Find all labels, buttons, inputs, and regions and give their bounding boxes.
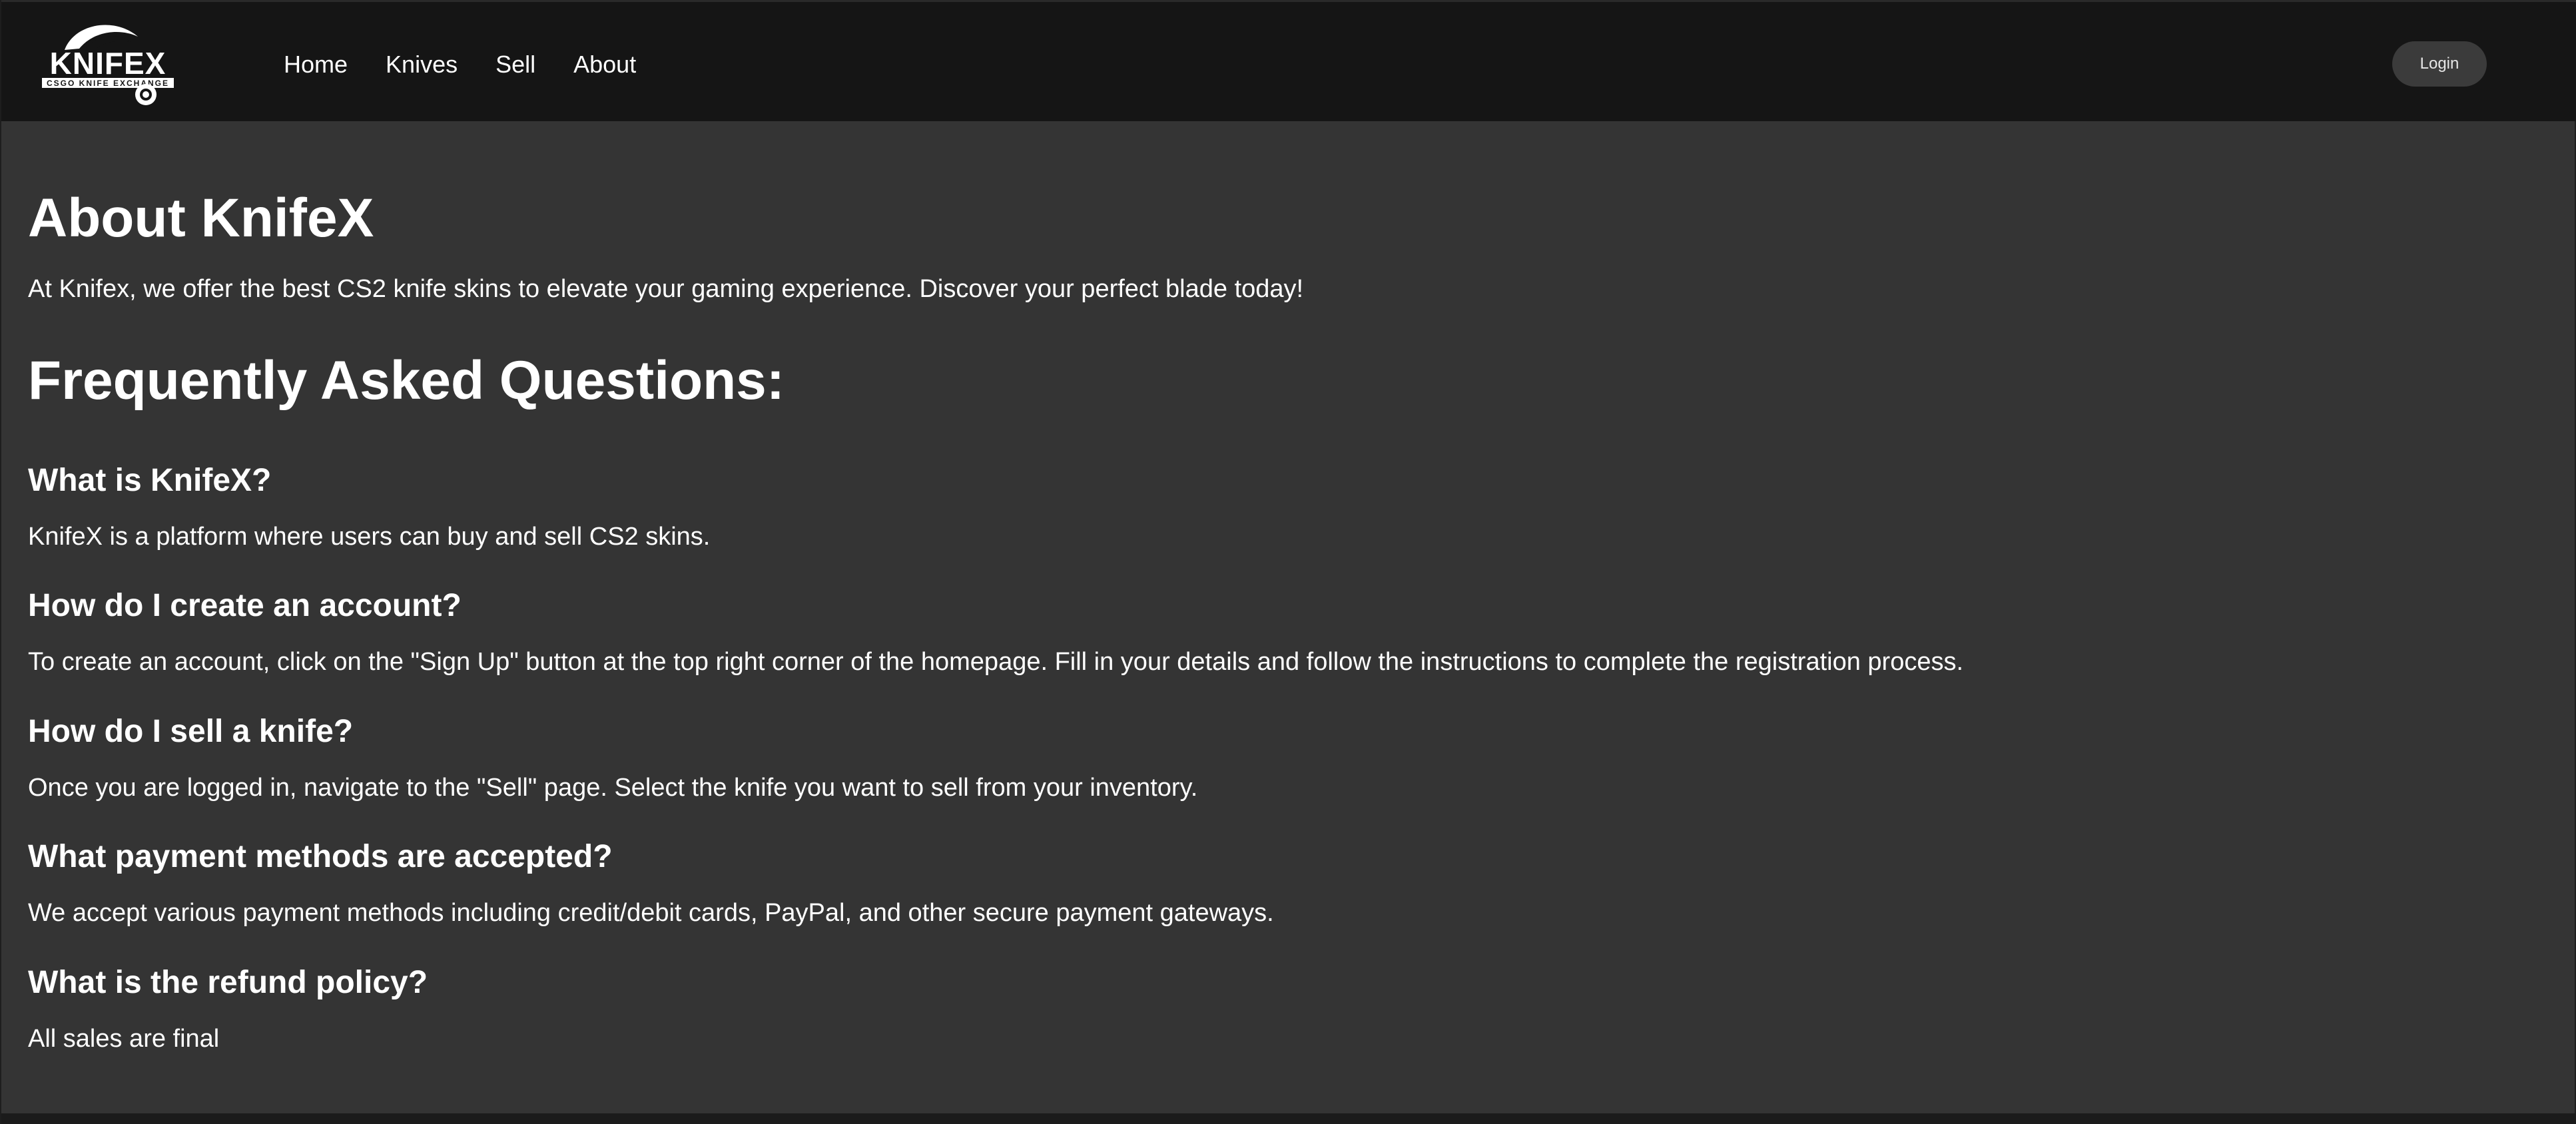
faq-question: What payment methods are accepted? [28, 839, 613, 874]
faq-answer: We accept various payment methods includ… [28, 899, 1274, 927]
faq-question: What is the refund policy? [28, 965, 428, 1000]
faq-item: What is the refund policy? All sales are… [28, 963, 428, 1056]
bottom-divider [1, 1113, 2576, 1124]
faq-question: What is KnifeX? [28, 463, 272, 498]
nav-home[interactable]: Home [284, 49, 348, 81]
faq-answer: All sales are final [28, 1025, 220, 1053]
page-title: About KnifeX [28, 188, 374, 248]
faq-question: How do I create an account? [28, 588, 462, 623]
nav-about[interactable]: About [573, 49, 636, 81]
faq-title: Frequently Asked Questions: [28, 350, 785, 411]
knifex-logo[interactable]: KNIFEX CSGO KNIFE EXCHANGE [38, 17, 178, 107]
knifex-logo-graphic: KNIFEX CSGO KNIFE EXCHANGE [42, 25, 174, 105]
intro-text: At Knifex, we offer the best CS2 knife s… [28, 275, 1304, 303]
nav-sell[interactable]: Sell [495, 49, 535, 81]
faq-question: How do I sell a knife? [28, 714, 354, 749]
site-header: KNIFEX CSGO KNIFE EXCHANGE Home Knives S… [1, 0, 2576, 121]
faq-item: What is KnifeX? KnifeX is a platform whe… [28, 461, 710, 554]
faq-item: How do I sell a knife? Once you are logg… [28, 712, 1197, 805]
main-nav: Home Knives Sell About [284, 49, 674, 81]
login-button[interactable]: Login [2392, 41, 2487, 87]
faq-answer: To create an account, click on the "Sign… [28, 648, 1964, 676]
faq-item: How do I create an account? To create an… [28, 586, 1963, 679]
faq-answer: Once you are logged in, navigate to the … [28, 774, 1198, 802]
nav-knives[interactable]: Knives [386, 49, 458, 81]
logo-main-text: KNIFEX [50, 46, 166, 81]
faq-answer: KnifeX is a platform where users can buy… [28, 523, 711, 551]
page: KNIFEX CSGO KNIFE EXCHANGE Home Knives S… [0, 0, 2576, 1124]
faq-item: What payment methods are accepted? We ac… [28, 837, 1274, 930]
